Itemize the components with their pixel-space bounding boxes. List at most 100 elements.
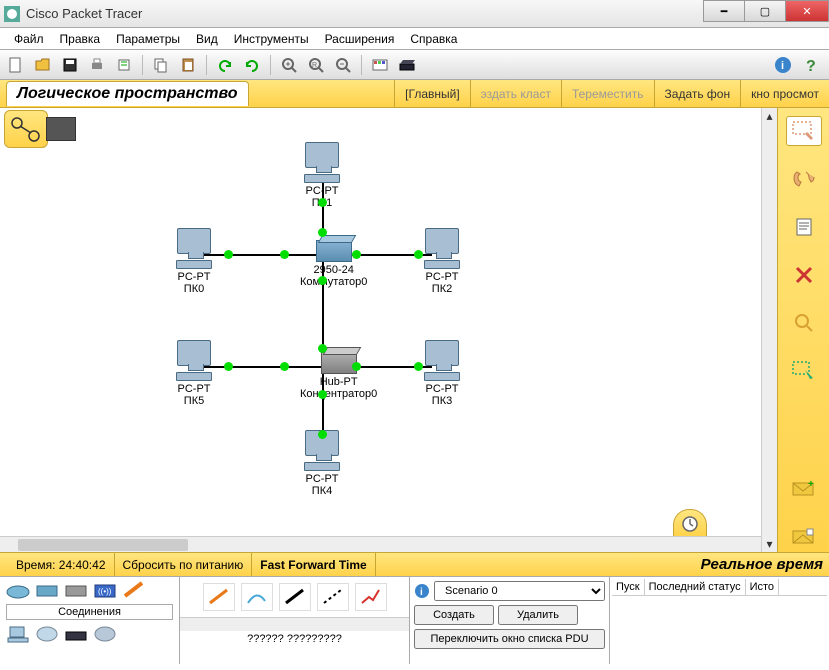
scenario-panel: i Scenario 0 Создать Удалить Переключить… [410,577,610,664]
svg-text:i: i [420,587,423,598]
conn-fiber-icon[interactable] [355,583,387,611]
device-category-panel: ((•)) Соединения [0,577,180,664]
crumb-move[interactable]: Тереместить [561,80,654,107]
crumb-cluster[interactable]: эздать класт [470,80,561,107]
pdu-col-fire[interactable]: Пуск [612,579,645,595]
menubar: Файл Правка Параметры Вид Инструменты Ра… [0,28,829,50]
menu-tools[interactable]: Инструменты [226,30,317,48]
paste-button[interactable] [176,53,200,77]
zoom-in-button[interactable] [277,53,301,77]
custom-category-icon[interactable] [64,624,88,644]
wireless-category-icon[interactable]: ((•)) [93,580,117,600]
realtime-tab-icon[interactable] [673,509,707,536]
resize-tool[interactable] [786,356,822,386]
connection-selected-label: ?????? ????????? [180,631,409,647]
conn-console-icon[interactable] [241,583,273,611]
multiuser-category-icon[interactable] [93,624,117,644]
wan-category-icon[interactable] [35,624,59,644]
menu-help[interactable]: Справка [402,30,465,48]
time-label: Время: [16,558,55,572]
menu-extensions[interactable]: Расширения [317,30,403,48]
delete-tool[interactable] [786,260,822,290]
info-button[interactable]: i [771,53,795,77]
app-icon [4,6,20,22]
minimize-button[interactable]: ━ [703,0,745,22]
fast-forward-button[interactable]: Fast Forward Time [252,553,375,576]
select-tool[interactable] [786,116,822,146]
move-tool[interactable] [786,164,822,194]
pdu-list-panel: Пуск Последний статус Исто [610,577,829,664]
close-button[interactable]: ✕ [785,0,829,22]
device-hub0[interactable]: Hub-PTКонцентратор0 [300,352,377,400]
undo-button[interactable] [213,53,237,77]
scenario-create-button[interactable]: Создать [414,605,494,625]
pdu-col-status[interactable]: Последний статус [645,579,746,595]
menu-file[interactable]: Файл [6,30,52,48]
connection-category-icon[interactable] [122,580,146,600]
new-button[interactable] [4,53,28,77]
switch-category-icon[interactable] [35,580,59,600]
custom-device-button[interactable] [395,53,419,77]
device-pc2[interactable]: PC-PTПК2 [424,228,460,295]
inspect-tool[interactable] [786,308,822,338]
device-sw0[interactable]: 2950-24Коммутатор0 [300,240,367,288]
add-complex-pdu-tool[interactable] [786,522,822,552]
device-pc3[interactable]: PC-PTПК3 [424,340,460,407]
time-value: 24:40:42 [59,558,106,572]
print-button[interactable] [85,53,109,77]
device-pc5[interactable]: PC-PTПК5 [176,340,212,407]
vertical-scrollbar[interactable]: ▴ ▾ [761,108,777,552]
maximize-button[interactable]: ▢ [744,0,786,22]
device-pc4[interactable]: PC-PTПК4 [304,430,340,497]
svg-text:?: ? [806,58,816,74]
help-button[interactable]: ? [799,53,823,77]
device-category-label: Соединения [6,604,173,620]
menu-view[interactable]: Вид [188,30,226,48]
save-button[interactable] [58,53,82,77]
redo-button[interactable] [240,53,264,77]
zoom-out-button[interactable] [331,53,355,77]
svg-text:i: i [781,60,784,72]
titlebar: Cisco Packet Tracer ━ ▢ ✕ [0,0,829,28]
scenario-select[interactable]: Scenario 0 [434,581,605,601]
crumb-viewport[interactable]: кно просмот [740,80,829,107]
toggle-pdu-list-button[interactable]: Переключить окно списка PDU [414,629,605,649]
svg-text:+: + [808,479,814,490]
device-pc0[interactable]: PC-PTПК0 [176,228,212,295]
bottom-panel: ((•)) Соединения ?????? ????????? i Scen… [0,576,829,664]
add-simple-pdu-tool[interactable]: + [786,474,822,504]
right-toolbar: + [777,108,829,552]
hub-category-icon[interactable] [64,580,88,600]
realtime-label[interactable]: Реальное время [701,556,823,573]
connection-scrollbar[interactable] [180,617,409,631]
enddevice-category-icon[interactable] [6,624,30,644]
zoom-reset-button[interactable]: R [304,53,328,77]
svg-text:((•)): ((•)) [98,587,112,596]
toolbar: R i ? [0,50,829,80]
open-button[interactable] [31,53,55,77]
crumb-background[interactable]: Задать фон [654,80,741,107]
main-area: PC-PTПК1 PC-PTПК0 2950-24Коммутатор0 PC-… [0,108,829,552]
note-tool[interactable] [786,212,822,242]
drawing-palette-button[interactable] [368,53,392,77]
router-category-icon[interactable] [6,580,30,600]
canvas[interactable]: PC-PTПК1 PC-PTПК0 2950-24Коммутатор0 PC-… [0,108,761,536]
conn-crossover-icon[interactable] [317,583,349,611]
conn-auto-icon[interactable] [203,583,235,611]
menu-options[interactable]: Параметры [108,30,188,48]
power-reset-button[interactable]: Сбросить по питанию [115,553,253,576]
scenario-delete-button[interactable]: Удалить [498,605,578,625]
logical-tab[interactable]: Логическое пространство [6,81,249,106]
conn-straight-icon[interactable] [279,583,311,611]
horizontal-scrollbar[interactable] [0,536,761,552]
pdu-col-source[interactable]: Исто [746,579,779,595]
workspace-tabbar: Логическое пространство [Главный] эздать… [0,80,829,108]
copy-button[interactable] [149,53,173,77]
window-title: Cisco Packet Tracer [26,6,142,21]
svg-text:R: R [312,62,317,69]
menu-edit[interactable]: Правка [52,30,109,48]
crumb-main[interactable]: [Главный] [394,80,470,107]
wizard-button[interactable] [112,53,136,77]
statusbar: Время: 24:40:42 Сбросить по питанию Fast… [0,552,829,576]
connection-type-panel: ?????? ????????? [180,577,410,664]
